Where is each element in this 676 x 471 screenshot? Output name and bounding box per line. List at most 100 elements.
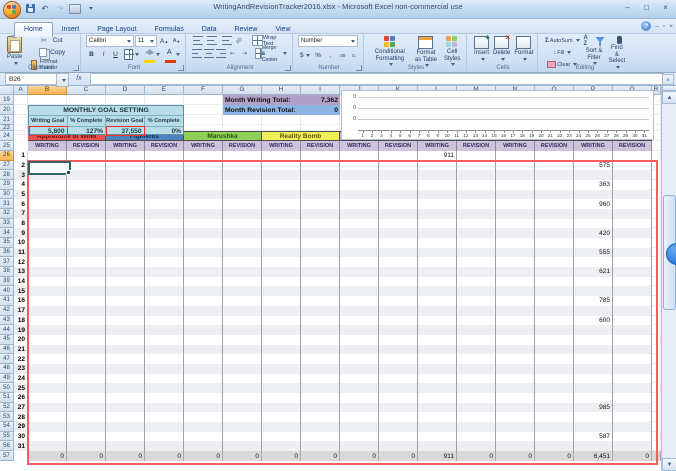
cell-B41[interactable] [28, 296, 67, 306]
align-center-button[interactable] [203, 48, 214, 59]
cell-O54[interactable] [535, 421, 574, 432]
total-cell-C57[interactable]: 0 [67, 451, 106, 461]
cell-I48[interactable] [301, 363, 340, 374]
subheader-H-writing[interactable]: WRITING [262, 141, 301, 151]
cell-O36[interactable] [535, 247, 574, 258]
cell-R49[interactable] [652, 373, 661, 384]
cell-H33[interactable] [262, 218, 301, 229]
close-button[interactable]: × [657, 1, 674, 14]
total-cell-J57[interactable]: 0 [340, 451, 379, 461]
cell-L31[interactable] [418, 199, 457, 210]
cell-F47[interactable] [184, 354, 223, 364]
day-cell-21[interactable]: 21 [14, 344, 28, 355]
cell-J51[interactable] [340, 392, 379, 403]
cell-N39[interactable] [496, 276, 535, 287]
selected-cell-B26[interactable] [28, 161, 71, 175]
scroll-up-button[interactable]: ▲ [662, 91, 676, 104]
cell-F42[interactable] [184, 305, 223, 316]
cell-O44[interactable] [535, 325, 574, 335]
cell-I55[interactable] [301, 431, 340, 442]
cell-K32[interactable] [379, 209, 418, 219]
month-revision-total-value[interactable]: 0 [301, 105, 340, 115]
cell-B31[interactable] [28, 199, 67, 210]
row-header-25[interactable]: 25 [0, 141, 14, 151]
cell-P27[interactable]: 575 [574, 160, 613, 171]
cell-N36[interactable] [496, 247, 535, 258]
row-header-48[interactable]: 48 [0, 363, 14, 374]
cell-J56[interactable] [340, 441, 379, 451]
cell-R30[interactable] [652, 189, 661, 200]
cell-O43[interactable] [535, 315, 574, 326]
cell-M53[interactable] [457, 412, 496, 422]
cell-H44[interactable] [262, 325, 301, 335]
cell-H46[interactable] [262, 344, 301, 355]
cell-N54[interactable] [496, 421, 535, 432]
cell-L34[interactable] [418, 228, 457, 239]
cell-C36[interactable] [67, 247, 106, 258]
row-header-45[interactable]: 45 [0, 334, 14, 345]
total-cell-M57[interactable]: 0 [457, 451, 496, 461]
cell-P26[interactable] [574, 151, 613, 161]
cell-P52[interactable]: 985 [574, 402, 613, 413]
cell-R44[interactable] [652, 325, 661, 335]
cell-L33[interactable] [418, 218, 457, 229]
cell-I41[interactable] [301, 296, 340, 306]
cell-G46[interactable] [223, 344, 262, 355]
row-header-20[interactable]: 20 [0, 105, 14, 115]
cell-F28[interactable] [184, 170, 223, 181]
cell-R56[interactable] [652, 441, 661, 451]
cell-H41[interactable] [262, 296, 301, 306]
cell-M48[interactable] [457, 363, 496, 374]
cell-N37[interactable] [496, 257, 535, 268]
cell-C44[interactable] [67, 325, 106, 335]
autosum-button[interactable]: Σ AutoSum [543, 35, 582, 46]
row-header-41[interactable]: 41 [0, 296, 14, 306]
tab-formulas[interactable]: Formulas [146, 22, 193, 37]
cell-B46[interactable] [28, 344, 67, 355]
cell-D55[interactable] [106, 431, 145, 442]
cell-Q34[interactable] [613, 228, 652, 239]
cell-G51[interactable] [223, 392, 262, 403]
cell-R29[interactable] [652, 180, 661, 190]
cell-J53[interactable] [340, 412, 379, 422]
cell-N44[interactable] [496, 325, 535, 335]
cell-G35[interactable] [223, 238, 262, 248]
column-header-F[interactable]: F [184, 85, 223, 95]
cell-H55[interactable] [262, 431, 301, 442]
cell-F39[interactable] [184, 276, 223, 287]
cell-G40[interactable] [223, 286, 262, 297]
cell-A23[interactable] [14, 125, 28, 131]
cell-N48[interactable] [496, 363, 535, 374]
cell-M42[interactable] [457, 305, 496, 316]
cell-I50[interactable] [301, 383, 340, 393]
cell-E49[interactable] [145, 373, 184, 384]
cell-M46[interactable] [457, 344, 496, 355]
column-header-H[interactable]: H [262, 85, 301, 95]
cell-D19[interactable] [106, 95, 145, 105]
cell-K52[interactable] [379, 402, 418, 413]
tab-page-layout[interactable]: Page Layout [88, 22, 145, 37]
cell-Q35[interactable] [613, 238, 652, 248]
cell-I53[interactable] [301, 412, 340, 422]
cell-G39[interactable] [223, 276, 262, 287]
cell-P50[interactable] [574, 383, 613, 393]
cell-I31[interactable] [301, 199, 340, 210]
cell-M29[interactable] [457, 180, 496, 190]
cell-F56[interactable] [184, 441, 223, 451]
cell-P54[interactable] [574, 421, 613, 432]
cell-Q55[interactable] [613, 431, 652, 442]
format-cells-button[interactable]: Format [512, 35, 535, 62]
subheader-O-revision[interactable]: REVISION [535, 141, 574, 151]
align-right-button[interactable] [215, 48, 226, 59]
cell-K34[interactable] [379, 228, 418, 239]
cell-G27[interactable] [223, 160, 262, 171]
cell-K46[interactable] [379, 344, 418, 355]
cell-G45[interactable] [223, 334, 262, 345]
cell-C41[interactable] [67, 296, 106, 306]
cell-F55[interactable] [184, 431, 223, 442]
cell-C48[interactable] [67, 363, 106, 374]
bold-button[interactable]: B [86, 49, 97, 60]
cell-J39[interactable] [340, 276, 379, 287]
day-cell-11[interactable]: 11 [14, 247, 28, 258]
cell-F43[interactable] [184, 315, 223, 326]
